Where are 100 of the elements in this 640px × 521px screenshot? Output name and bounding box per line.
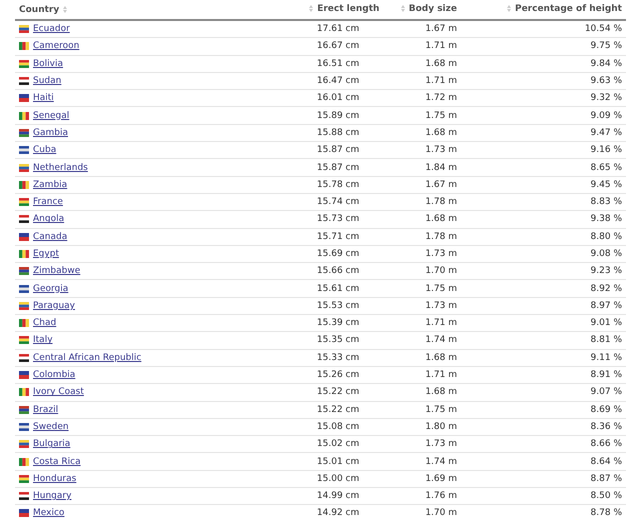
table-cell: 1.68 m	[425, 352, 457, 363]
table-cell: 8.97 %	[590, 300, 622, 311]
country-link[interactable]: Egypt	[33, 249, 59, 259]
table-cell: 9.75 %	[590, 41, 622, 52]
column-header[interactable]: Erect length	[317, 4, 380, 14]
table-cell: 16.67 cm	[316, 41, 360, 52]
flag-icon	[19, 284, 29, 293]
table-cell: 9.08 %	[590, 249, 622, 259]
flag-icon	[19, 406, 29, 414]
table-cell: 1.68 m	[425, 387, 457, 398]
column-header[interactable]: Percentage of height	[514, 4, 622, 14]
country-link[interactable]: Sudan	[33, 76, 62, 86]
table-cell: 1.73 m	[425, 439, 457, 450]
flag-icon	[19, 180, 29, 189]
country-link[interactable]: Haiti	[33, 93, 54, 104]
table-cell: 14.92 cm	[316, 508, 360, 518]
country-link[interactable]: Gambia	[33, 128, 68, 138]
table-cell: 9.16 %	[590, 145, 622, 156]
table-cell: 16.51 cm	[316, 58, 360, 69]
table-cell: 1.68 m	[425, 58, 457, 69]
table-cell: 1.84 m	[425, 162, 457, 173]
column-header[interactable]: Country	[19, 4, 60, 14]
country-link[interactable]: Italy	[33, 335, 53, 346]
flag-icon	[19, 232, 29, 241]
table-cell: 15.22 cm	[316, 404, 360, 415]
table-cell: 8.36 %	[590, 422, 622, 432]
table-cell: 1.75 m	[425, 110, 457, 121]
table-cell: 9.38 %	[590, 214, 622, 224]
table-cell: 8.83 %	[590, 197, 622, 208]
country-link[interactable]: Bolivia	[33, 58, 64, 69]
flag-icon	[19, 302, 29, 310]
table-cell: 16.01 cm	[316, 93, 360, 104]
flag-icon	[19, 336, 29, 344]
table-cell: 15.89 cm	[316, 110, 360, 121]
country-link[interactable]: Central African Republic	[33, 352, 142, 363]
flag-icon	[19, 440, 29, 448]
table-cell: 1.72 m	[425, 93, 457, 104]
table-cell: 15.73 cm	[316, 214, 360, 224]
country-link[interactable]: Senegal	[33, 110, 70, 121]
table-cell: 1.71 m	[425, 76, 457, 86]
flag-icon	[19, 354, 29, 362]
table-cell: 15.26 cm	[316, 370, 360, 380]
country-link[interactable]: Zambia	[33, 180, 68, 190]
table-cell: 15.71 cm	[316, 232, 360, 242]
table-cell: 9.09 %	[590, 110, 622, 121]
table-cell: 15.33 cm	[316, 352, 360, 363]
country-link[interactable]: Mexico	[33, 508, 64, 518]
sort-icon[interactable]	[506, 5, 511, 12]
column-header[interactable]: Body size	[408, 4, 457, 14]
country-link[interactable]: Honduras	[33, 474, 76, 484]
flag-icon	[19, 250, 29, 258]
flag-icon	[19, 112, 29, 120]
table-cell: 8.80 %	[590, 232, 622, 242]
table-cell: 8.87 %	[590, 474, 622, 484]
table-cell: 1.76 m	[425, 491, 457, 502]
table-cell: 8.92 %	[590, 284, 622, 294]
flag-icon	[19, 77, 29, 86]
table-cell: 1.73 m	[425, 300, 457, 311]
country-link[interactable]: Ecuador	[33, 24, 70, 34]
country-link[interactable]: Angola	[33, 214, 64, 224]
country-link[interactable]: Hungary	[33, 491, 72, 502]
table-cell: 1.78 m	[425, 197, 457, 208]
country-link[interactable]: Sweden	[33, 422, 69, 432]
country-link[interactable]: Netherlands	[33, 162, 88, 173]
table-cell: 9.07 %	[590, 387, 622, 398]
table-cell: 9.63 %	[590, 76, 622, 86]
table-cell: 1.71 m	[425, 370, 457, 380]
country-link[interactable]: Chad	[33, 318, 56, 328]
country-link[interactable]: Cuba	[33, 145, 56, 156]
country-link[interactable]: Cameroon	[33, 41, 80, 52]
table-cell: 16.47 cm	[316, 76, 360, 86]
country-link[interactable]: Georgia	[33, 284, 68, 294]
table-cell: 15.53 cm	[316, 300, 360, 311]
country-link[interactable]: Costa Rica	[33, 456, 81, 467]
flag-icon	[19, 42, 29, 50]
table-cell: 15.88 cm	[316, 128, 360, 138]
flag-icon	[19, 388, 29, 396]
table-cell: 10.54 %	[584, 24, 622, 34]
country-link[interactable]: Paraguay	[33, 300, 76, 311]
flag-icon	[19, 458, 29, 466]
country-link[interactable]: Brazil	[33, 404, 58, 415]
country-link[interactable]: Canada	[33, 232, 68, 242]
table-cell: 8.91 %	[590, 370, 622, 380]
country-link[interactable]: France	[33, 197, 63, 208]
sort-icon[interactable]	[63, 6, 68, 13]
country-link[interactable]: Ivory Coast	[33, 387, 84, 398]
country-link[interactable]: Bulgaria	[33, 439, 70, 450]
country-link[interactable]: Colombia	[33, 370, 76, 380]
table-cell: 1.68 m	[425, 128, 457, 138]
sort-icon[interactable]	[400, 5, 405, 12]
table-cell: 1.74 m	[425, 456, 457, 467]
table-cell: 1.68 m	[425, 214, 457, 224]
table-cell: 8.69 %	[590, 404, 622, 415]
table-cell: 15.78 cm	[316, 180, 360, 190]
flag-icon	[19, 267, 29, 276]
sort-icon[interactable]	[309, 5, 314, 12]
table-cell: 15.66 cm	[316, 266, 360, 276]
table-cell: 9.23 %	[590, 266, 622, 276]
country-link[interactable]: Zimbabwe	[33, 266, 80, 276]
flag-icon	[19, 509, 29, 518]
